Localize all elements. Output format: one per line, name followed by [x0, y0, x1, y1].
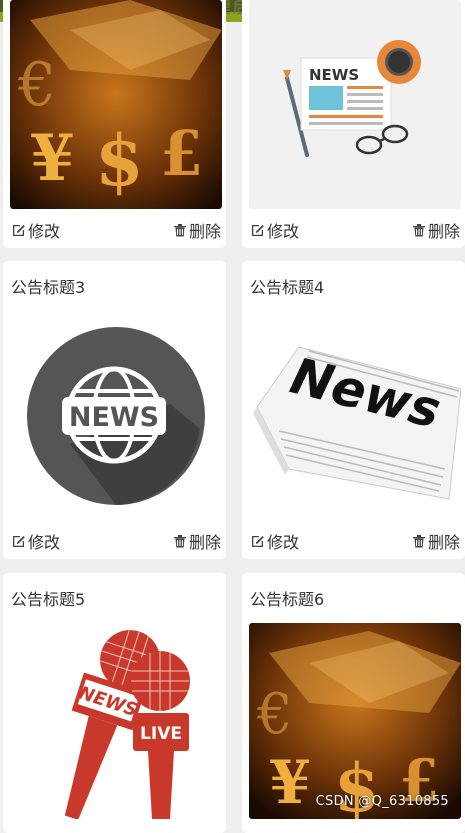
svg-text:$: $ [95, 119, 144, 202]
svg-text:€: € [17, 50, 56, 120]
svg-text:¥: ¥ [269, 748, 311, 818]
edit-icon [252, 225, 264, 236]
svg-text:NEWS: NEWS [309, 66, 359, 84]
card-actions: 修改 删除 [242, 218, 465, 244]
card-title: 公告标题6 [250, 590, 325, 609]
delete-label: 删除 [188, 222, 221, 241]
card-actions: 修改 删除 [242, 529, 465, 555]
card-title: 公告标题3 [11, 278, 86, 297]
announcement-card[interactable]: 公告标题5 NEWS LIVE [3, 573, 226, 833]
trash-icon [412, 224, 425, 237]
svg-text:€: € [256, 682, 293, 747]
edit-label: 修改 [28, 222, 61, 241]
edit-button[interactable]: 修改 [250, 218, 299, 242]
edit-button[interactable]: 修改 [11, 218, 60, 242]
card-image-news-microphones: NEWS LIVE [10, 623, 222, 819]
trash-icon [173, 535, 186, 548]
svg-text:NEWS: NEWS [69, 402, 159, 433]
card-image-news-globe: NEWS [10, 309, 222, 518]
delete-button[interactable]: 删除 [411, 218, 460, 242]
edit-button[interactable]: 修改 [11, 529, 60, 553]
trash-icon [412, 535, 425, 548]
announcement-card[interactable]: € ¥ $ £ 修改 删除 [3, 0, 226, 248]
edit-button[interactable]: 修改 [250, 529, 299, 553]
card-image-gold-currency: € ¥ $ £ [249, 623, 461, 819]
svg-text:LIVE: LIVE [140, 724, 182, 744]
announcement-card[interactable]: 公告标题3 NEWS 修改 删除 [3, 261, 226, 559]
edit-icon [252, 536, 264, 547]
edit-icon [13, 225, 25, 236]
edit-label: 修改 [28, 533, 61, 552]
svg-text:£: £ [160, 117, 203, 190]
edit-label: 修改 [267, 533, 300, 552]
trash-icon [173, 224, 186, 237]
card-actions: 修改 删除 [3, 529, 226, 555]
delete-button[interactable]: 删除 [411, 529, 460, 553]
card-title: 公告标题5 [11, 590, 86, 609]
card-title: 公告标题4 [250, 278, 325, 297]
svg-text:¥: ¥ [30, 121, 75, 196]
card-image-news-paper-flat: NEWS [249, 0, 461, 209]
watermark: CSDN @Q_6310855 [315, 794, 449, 809]
card-image-gold-currency: € ¥ $ £ [10, 0, 222, 209]
delete-button[interactable]: 删除 [172, 529, 221, 553]
announcement-card[interactable]: NEWS 修改 删除 [242, 0, 465, 248]
delete-button[interactable]: 删除 [172, 218, 221, 242]
delete-label: 删除 [427, 222, 460, 241]
card-image-news-paper-print: News [249, 309, 461, 518]
delete-label: 删除 [188, 533, 221, 552]
edit-label: 修改 [267, 222, 300, 241]
delete-label: 删除 [427, 533, 460, 552]
card-actions: 修改 删除 [3, 218, 226, 244]
edit-icon [13, 536, 25, 547]
announcement-card[interactable]: 公告标题4 News 修改 删除 [242, 261, 465, 559]
